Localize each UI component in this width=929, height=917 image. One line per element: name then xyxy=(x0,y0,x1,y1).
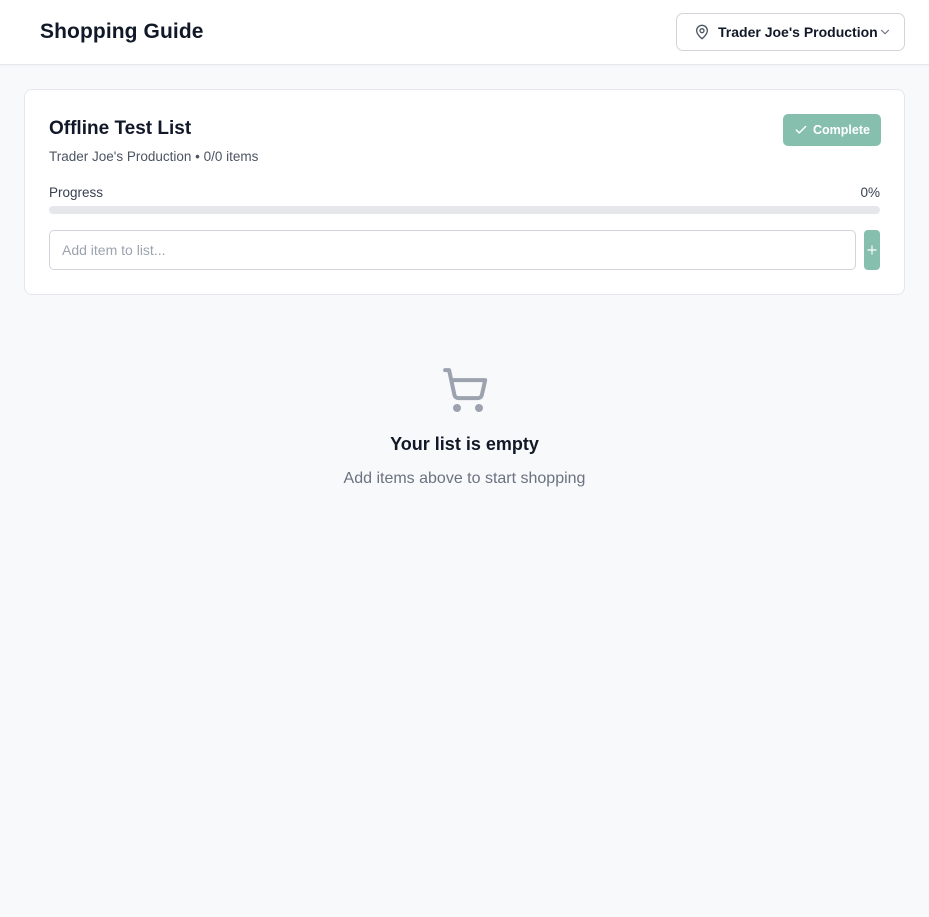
complete-button-label: Complete xyxy=(813,123,870,137)
shopping-cart-icon xyxy=(442,368,487,412)
list-subtitle: Trader Joe's Production • 0/0 items xyxy=(49,149,259,164)
app-title: Shopping Guide xyxy=(40,20,204,43)
add-item-input[interactable] xyxy=(49,230,856,270)
map-pin-icon xyxy=(694,24,710,40)
app-header: Shopping Guide Trader Joe's Production xyxy=(0,0,929,65)
plus-icon xyxy=(865,243,879,257)
empty-state-subtitle: Add items above to start shopping xyxy=(343,470,586,487)
store-selector[interactable]: Trader Joe's Production xyxy=(676,13,905,51)
add-item-button[interactable] xyxy=(864,230,880,270)
empty-state: Your list is empty Add items above to st… xyxy=(0,366,929,487)
check-icon xyxy=(794,123,808,137)
chevron-down-icon xyxy=(878,25,892,39)
progress-value: 0% xyxy=(860,185,880,200)
store-selector-label: Trader Joe's Production xyxy=(718,24,878,40)
progress-label: Progress xyxy=(49,185,104,200)
shopping-list-card: Offline Test List Trader Joe's Productio… xyxy=(24,89,905,295)
complete-button[interactable]: Complete xyxy=(783,114,881,146)
progress-bar xyxy=(49,206,880,214)
list-title: Offline Test List xyxy=(49,118,192,139)
empty-state-title: Your list is empty xyxy=(390,434,539,454)
